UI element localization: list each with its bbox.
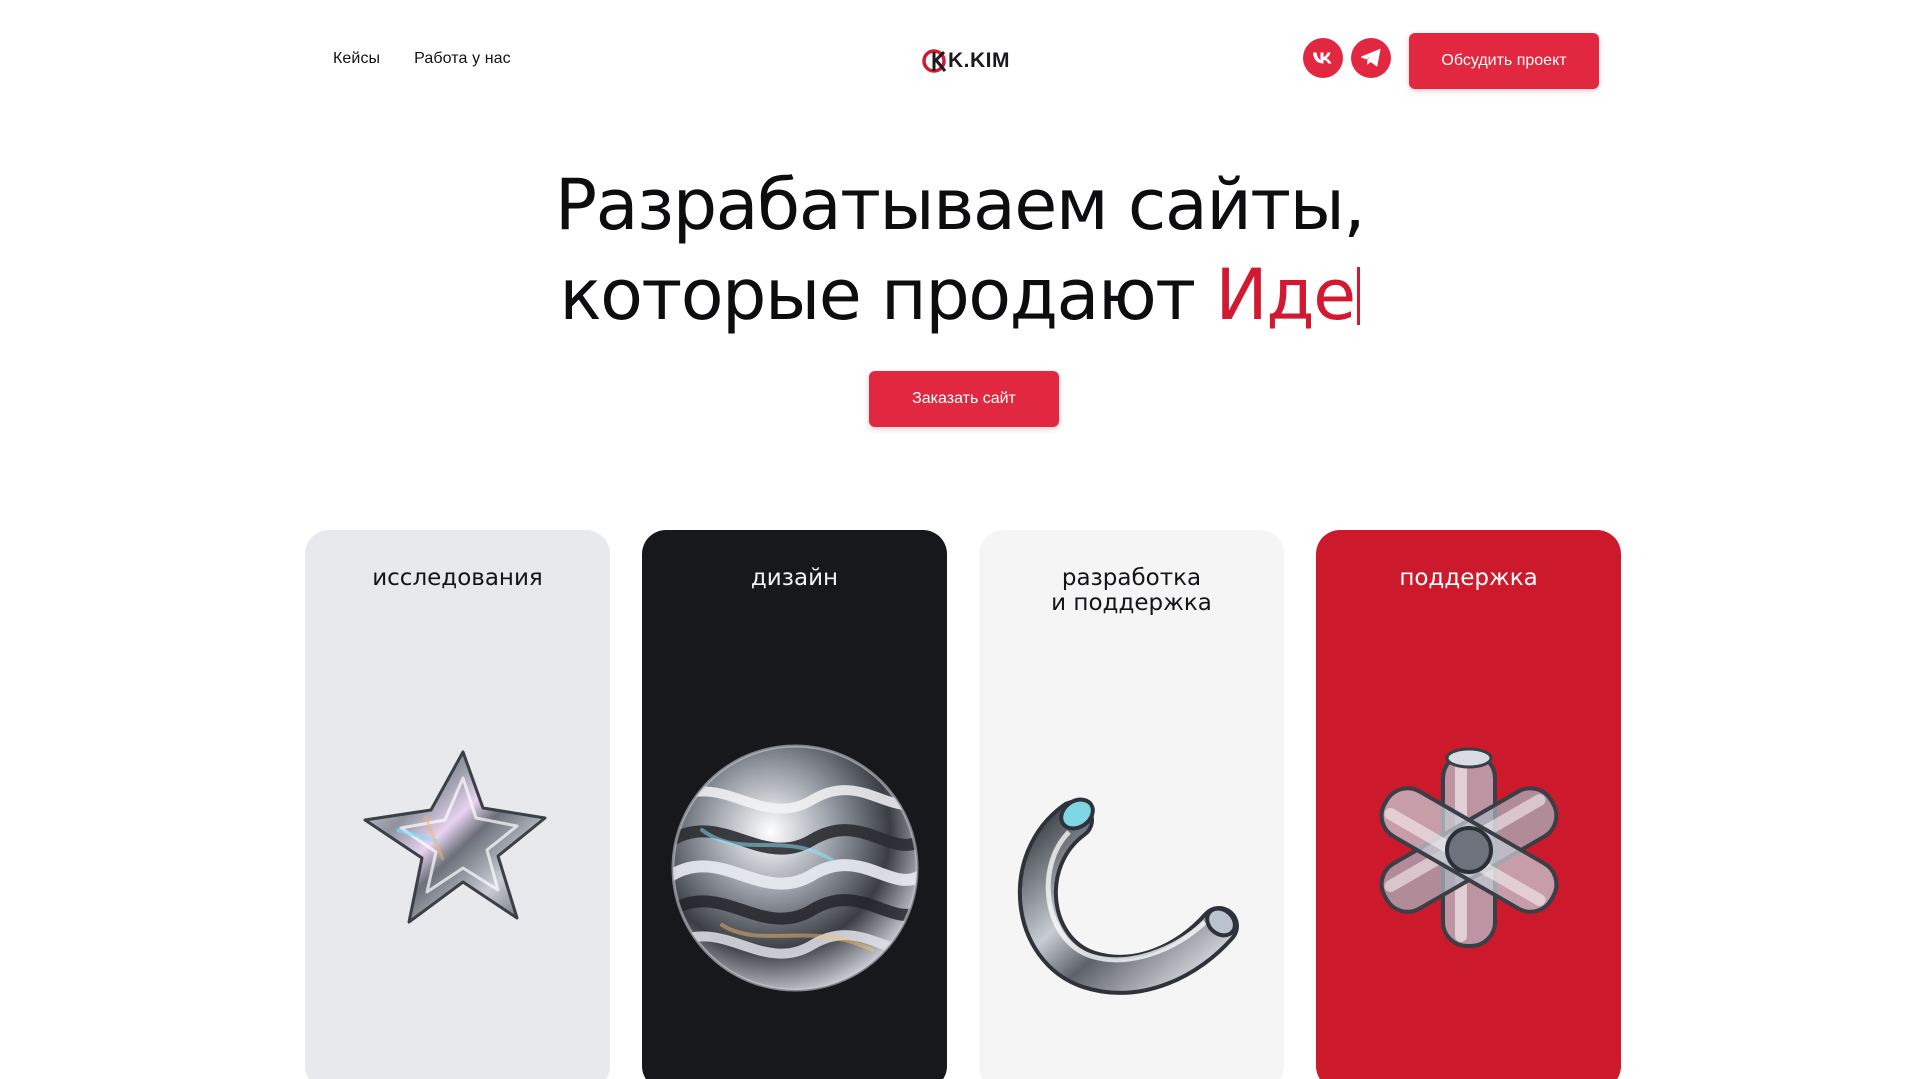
vk-link[interactable] bbox=[1303, 38, 1343, 78]
vk-icon bbox=[1313, 52, 1332, 64]
hero: Разрабатываем сайты, которые продают Иде bbox=[0, 160, 1919, 340]
nav-link-cases[interactable]: Кейсы bbox=[333, 50, 380, 68]
logo-text: K.KIM bbox=[948, 49, 1010, 72]
hero-typed-word: Иде bbox=[1215, 254, 1356, 336]
service-card-development[interactable]: разработка и поддержка bbox=[979, 530, 1284, 1079]
main-nav: Кейсы Работа у нас bbox=[333, 50, 511, 68]
hero-line-1: Разрабатываем сайты, bbox=[554, 164, 1366, 246]
telegram-link[interactable] bbox=[1351, 38, 1391, 78]
page: Кейсы Работа у нас K.KIM Обсудить проект… bbox=[0, 0, 1919, 1079]
site-header: Кейсы Работа у нас K.KIM Обсудить проект bbox=[0, 0, 1919, 122]
service-card-support[interactable]: поддержка bbox=[1316, 530, 1621, 1079]
nav-link-careers[interactable]: Работа у нас bbox=[414, 50, 511, 68]
hero-line-2: которые продают bbox=[559, 254, 1216, 336]
logo-mark-icon bbox=[922, 49, 947, 73]
hero-headline: Разрабатываем сайты, которые продают Иде bbox=[0, 160, 1919, 340]
glass-sphere-icon bbox=[671, 744, 919, 992]
discuss-project-button[interactable]: Обсудить проект bbox=[1409, 33, 1599, 89]
glass-tube-icon bbox=[1017, 797, 1239, 995]
glass-asterisk-icon bbox=[1379, 747, 1559, 948]
logo[interactable]: K.KIM bbox=[922, 46, 1010, 76]
glass-star-icon bbox=[363, 750, 547, 924]
social-links bbox=[1303, 38, 1391, 78]
services-cards: исследования дизайн разработка и поддерж… bbox=[305, 530, 1621, 1079]
telegram-icon bbox=[1361, 49, 1381, 67]
service-card-design[interactable]: дизайн bbox=[642, 530, 947, 1079]
typing-caret bbox=[1356, 267, 1360, 325]
service-card-research[interactable]: исследования bbox=[305, 530, 610, 1079]
order-site-button[interactable]: Заказать сайт bbox=[869, 371, 1059, 427]
